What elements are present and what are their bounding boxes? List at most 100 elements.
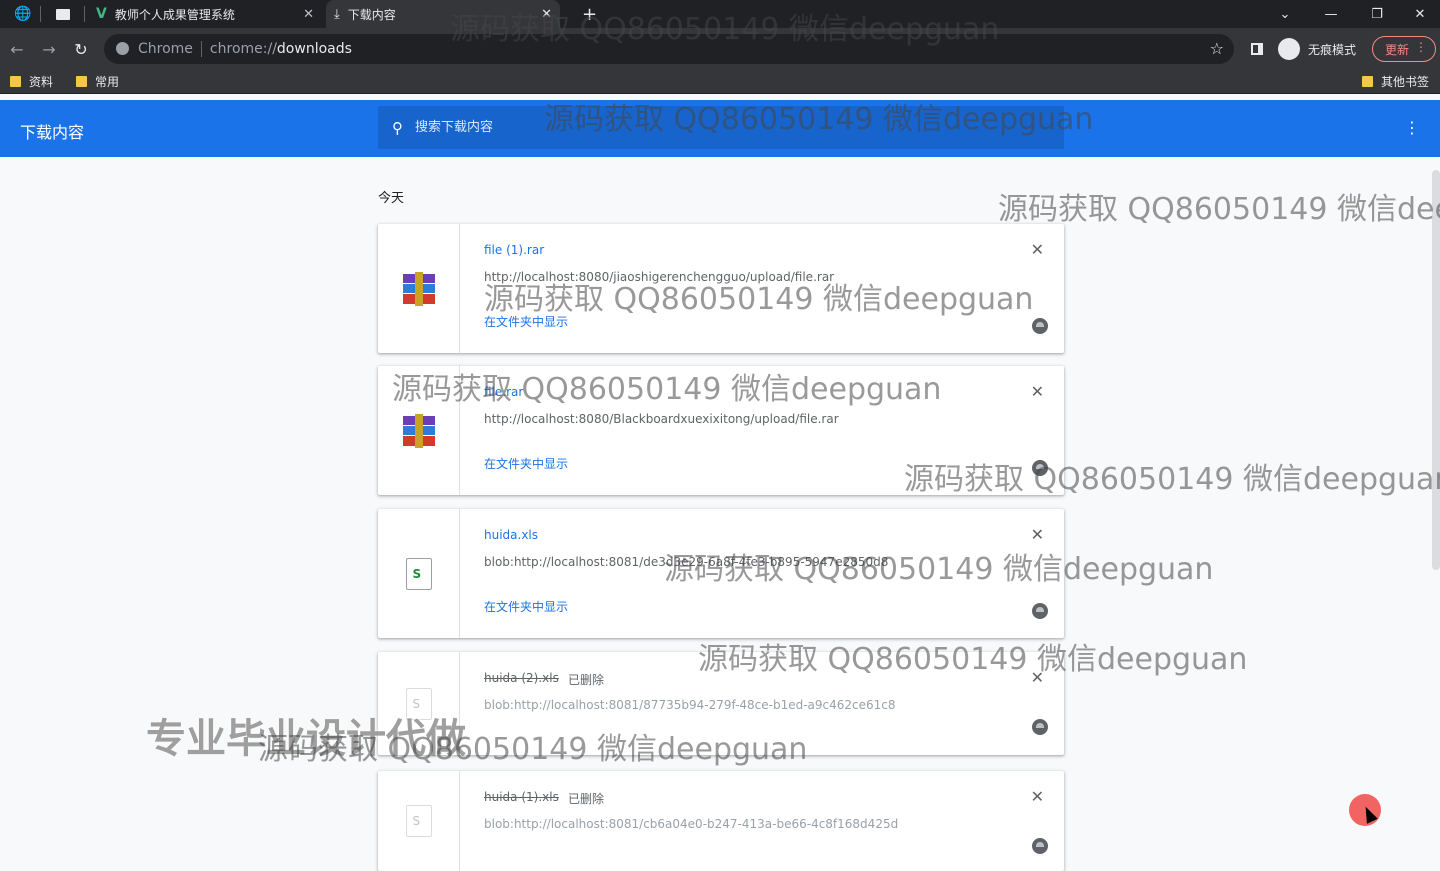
download-item: huida (1).xls 已删除 blob:http://localhost:… bbox=[378, 771, 1064, 871]
plus-icon: + bbox=[582, 3, 598, 25]
file-url: blob:http://localhost:8081/cb6a04e0-b247… bbox=[484, 817, 899, 831]
file-icon-column bbox=[378, 509, 460, 638]
folder-icon bbox=[76, 76, 87, 87]
download-item: file (1).rar http://localhost:8080/jiaos… bbox=[378, 224, 1064, 353]
incognito-badge-icon bbox=[1032, 838, 1048, 854]
downloads-header: 下载内容 ⚲ ⋮ bbox=[0, 100, 1440, 157]
minimize-button[interactable]: — bbox=[1308, 0, 1354, 28]
status-badge: 已删除 bbox=[568, 792, 605, 806]
tab-system[interactable]: V 教师个人成果管理系统 ✕ bbox=[88, 0, 322, 28]
restore-button[interactable]: ❐ bbox=[1354, 0, 1400, 28]
omnibox-divider bbox=[200, 41, 202, 57]
close-icon: ✕ bbox=[1030, 382, 1044, 401]
bookmark-label: 其他书签 bbox=[1381, 75, 1430, 89]
close-icon[interactable]: ✕ bbox=[541, 7, 552, 22]
file-icon-column bbox=[378, 366, 460, 495]
kebab-menu-icon: ⋮ bbox=[1415, 40, 1427, 54]
tab-separator bbox=[84, 6, 85, 22]
document-icon bbox=[405, 805, 432, 837]
tab-separator bbox=[40, 6, 41, 22]
close-icon[interactable]: ✕ bbox=[303, 7, 314, 22]
search-input[interactable] bbox=[413, 119, 1013, 136]
tab-pinned-2[interactable] bbox=[48, 0, 80, 28]
back-button[interactable]: ← bbox=[4, 36, 30, 62]
scrollbar[interactable] bbox=[1432, 170, 1440, 570]
incognito-icon bbox=[1278, 38, 1300, 60]
other-bookmarks[interactable]: 其他书签 bbox=[1362, 73, 1429, 90]
bookmark-folder[interactable]: 常用 bbox=[76, 73, 119, 90]
remove-button[interactable]: ✕ bbox=[1031, 668, 1044, 687]
minimize-icon: — bbox=[1324, 6, 1338, 22]
star-icon[interactable]: ☆ bbox=[1210, 39, 1224, 58]
file-name: huida (1).xls bbox=[484, 790, 559, 804]
bookmark-label: 常用 bbox=[95, 75, 120, 89]
remove-button[interactable]: ✕ bbox=[1031, 525, 1044, 544]
reload-button[interactable]: ↻ bbox=[68, 36, 94, 62]
remove-button[interactable]: ✕ bbox=[1031, 787, 1044, 806]
download-icon: ⤓ bbox=[334, 6, 340, 22]
rar-archive-icon bbox=[402, 271, 435, 306]
file-name-link[interactable]: file.rar bbox=[484, 385, 523, 399]
site-chip: Chrome bbox=[138, 41, 193, 57]
url-host: downloads bbox=[276, 41, 352, 57]
tab-title: 教师个人成果管理系统 bbox=[114, 7, 235, 22]
more-actions-button[interactable]: ⋮ bbox=[1404, 118, 1420, 140]
update-label: 更新 bbox=[1385, 42, 1410, 57]
bookmark-label: 资料 bbox=[29, 75, 54, 89]
tab-strip: 🌐 V 教师个人成果管理系统 ✕ ⤓ 下载内容 ✕ + ⌄ — ❐ ✕ bbox=[0, 0, 1440, 28]
incognito-badge-icon bbox=[1032, 719, 1048, 735]
remove-button[interactable]: ✕ bbox=[1031, 382, 1044, 401]
show-in-folder-link[interactable]: 在文件夹中显示 bbox=[484, 313, 568, 330]
close-icon: ✕ bbox=[1030, 668, 1044, 687]
file-name: huida (2).xls bbox=[484, 671, 559, 685]
incognito-badge-icon bbox=[1032, 460, 1048, 476]
search-box[interactable]: ⚲ bbox=[378, 106, 1064, 149]
file-icon-column bbox=[378, 224, 460, 353]
folder-icon bbox=[1362, 76, 1373, 87]
incognito-badge-icon bbox=[1032, 603, 1048, 619]
tab-search-button[interactable]: ⌄ bbox=[1262, 0, 1308, 28]
file-icon-column bbox=[378, 771, 460, 871]
incognito-label: 无痕模式 bbox=[1308, 42, 1357, 57]
kebab-menu-icon: ⋮ bbox=[1404, 118, 1420, 137]
incognito-indicator[interactable]: 无痕模式 bbox=[1278, 36, 1356, 62]
address-bar[interactable]: Chrome chrome:// downloads ☆ bbox=[104, 34, 1234, 64]
file-url[interactable]: http://localhost:8080/Blackboardxuexixit… bbox=[484, 412, 839, 426]
search-icon: ⚲ bbox=[392, 118, 403, 137]
chevron-down-icon: ⌄ bbox=[1279, 6, 1291, 22]
file-name-link[interactable]: huida.xls bbox=[484, 528, 538, 542]
tab-pinned-1[interactable]: 🌐 bbox=[6, 0, 36, 28]
tab-title: 下载内容 bbox=[347, 7, 396, 22]
show-in-folder-link[interactable]: 在文件夹中显示 bbox=[484, 455, 568, 472]
arrow-left-icon: ← bbox=[10, 39, 24, 59]
side-panel-button[interactable] bbox=[1244, 36, 1270, 62]
bookmarks-bar: 资料 常用 其他书签 bbox=[0, 69, 1440, 94]
folder-icon bbox=[10, 76, 21, 87]
close-window-button[interactable]: ✕ bbox=[1400, 0, 1440, 28]
file-name-link[interactable]: file (1).rar bbox=[484, 243, 544, 257]
file-url: blob:http://localhost:8081/87735b94-279f… bbox=[484, 698, 896, 712]
show-in-folder-link[interactable]: 在文件夹中显示 bbox=[484, 598, 568, 615]
tab-downloads[interactable]: ⤓ 下载内容 ✕ bbox=[326, 0, 560, 28]
update-button[interactable]: 更新 ⋮ bbox=[1372, 36, 1436, 62]
forward-button[interactable]: → bbox=[36, 36, 62, 62]
vue-icon: V bbox=[96, 6, 107, 22]
reload-icon: ↻ bbox=[74, 39, 88, 59]
arrow-right-icon: → bbox=[42, 39, 56, 59]
close-icon: ✕ bbox=[1030, 240, 1044, 259]
incognito-badge-icon bbox=[1032, 318, 1048, 334]
side-panel-icon bbox=[1251, 43, 1263, 55]
file-url[interactable]: blob:http://localhost:8081/de3d3e29-6a8f… bbox=[484, 555, 888, 569]
close-icon: ✕ bbox=[1030, 525, 1044, 544]
banner-watermark: 专业毕业设计代做 bbox=[146, 716, 466, 762]
remove-button[interactable]: ✕ bbox=[1031, 240, 1044, 259]
close-icon: ✕ bbox=[1030, 787, 1044, 806]
window-icon bbox=[56, 8, 70, 20]
new-tab-button[interactable]: + bbox=[574, 0, 604, 28]
file-url[interactable]: http://localhost:8080/jiaoshigerenchengg… bbox=[484, 270, 834, 284]
download-item: huida (2).xls 已删除 blob:http://localhost:… bbox=[378, 652, 1064, 755]
chrome-icon bbox=[116, 42, 129, 55]
close-icon: ✕ bbox=[1414, 6, 1426, 22]
rar-archive-icon bbox=[402, 413, 435, 448]
bookmark-folder[interactable]: 资料 bbox=[10, 73, 53, 90]
